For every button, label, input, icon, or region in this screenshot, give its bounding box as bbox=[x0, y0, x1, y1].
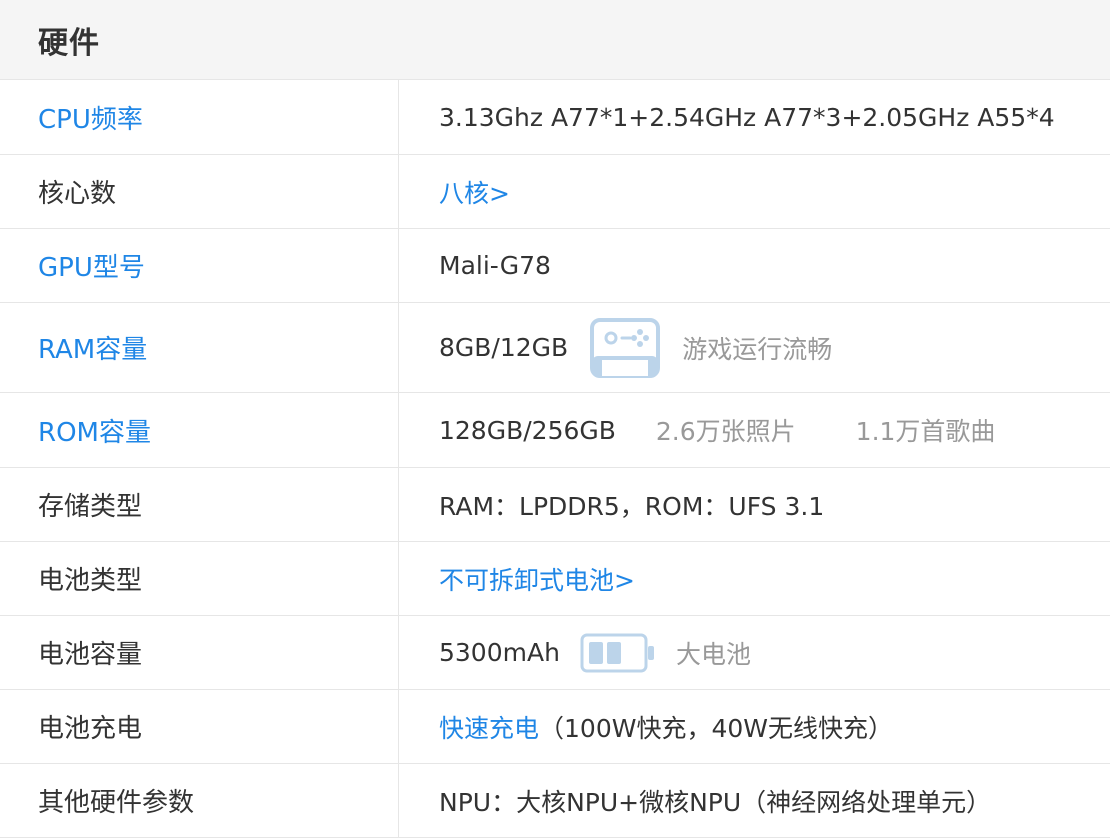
spec-label-ram[interactable]: RAM容量 bbox=[0, 303, 399, 392]
spec-label-other: 其他硬件参数 bbox=[0, 764, 399, 837]
spec-row-rom: ROM容量 128GB/256GB 2.6万张照片 1.1万首歌曲 bbox=[0, 393, 1110, 468]
spec-row-cores: 核心数 八核> bbox=[0, 155, 1110, 229]
spec-label-battery-capacity: 电池容量 bbox=[0, 616, 399, 689]
fast-charge-link[interactable]: 快速充电 bbox=[439, 709, 539, 745]
cores-link[interactable]: 八核> bbox=[439, 174, 510, 210]
spec-label-cores: 核心数 bbox=[0, 155, 399, 228]
hardware-spec-panel: 硬件 CPU频率 3.13Ghz A77*1+2.54GHz A77*3+2.0… bbox=[0, 0, 1110, 838]
section-header: 硬件 bbox=[0, 0, 1110, 80]
spec-row-ram: RAM容量 8GB/12GB 游戏运行流畅 bbox=[0, 303, 1110, 393]
spec-row-battery-capacity: 电池容量 5300mAh 大电池 bbox=[0, 616, 1110, 690]
spec-row-gpu: GPU型号 Mali-G78 bbox=[0, 229, 1110, 303]
spec-value-ram: 8GB/12GB bbox=[439, 333, 569, 362]
gamepad-icon bbox=[588, 316, 662, 380]
section-title: 硬件 bbox=[38, 25, 100, 61]
spec-value-cpu: 3.13Ghz A77*1+2.54GHz A77*3+2.05GHz A55*… bbox=[439, 102, 1055, 132]
spec-label-charging: 电池充电 bbox=[0, 690, 399, 763]
spec-value-rom: 128GB/256GB bbox=[439, 415, 616, 445]
battery-type-link[interactable]: 不可拆卸式电池> bbox=[439, 561, 635, 597]
rom-note-photos: 2.6万张照片 bbox=[655, 417, 796, 446]
spec-label-gpu[interactable]: GPU型号 bbox=[0, 229, 399, 302]
ram-note: 游戏运行流畅 bbox=[682, 334, 833, 364]
spec-label-cpu[interactable]: CPU频率 bbox=[0, 80, 399, 154]
charging-detail: （100W快充，40W无线快充） bbox=[539, 713, 893, 743]
spec-row-storage-type: 存储类型 RAM：LPDDR5，ROM：UFS 3.1 bbox=[0, 468, 1110, 542]
spec-label-battery-type: 电池类型 bbox=[0, 542, 399, 615]
spec-row-charging: 电池充电 快速充电 （100W快充，40W无线快充） bbox=[0, 690, 1110, 764]
battery-icon bbox=[580, 633, 656, 673]
spec-value-gpu: Mali-G78 bbox=[439, 251, 551, 280]
battery-capacity-note: 大电池 bbox=[675, 639, 751, 669]
spec-value-battery-capacity: 5300mAh bbox=[439, 638, 560, 667]
spec-label-storage-type: 存储类型 bbox=[0, 468, 399, 541]
spec-label-rom[interactable]: ROM容量 bbox=[0, 393, 399, 467]
spec-value-storage-type: RAM：LPDDR5，ROM：UFS 3.1 bbox=[439, 491, 825, 521]
rom-note-songs: 1.1万首歌曲 bbox=[855, 417, 996, 446]
spec-row-battery-type: 电池类型 不可拆卸式电池> bbox=[0, 542, 1110, 616]
spec-row-other: 其他硬件参数 NPU：大核NPU+微核NPU（神经网络处理单元） bbox=[0, 764, 1110, 838]
spec-value-other: NPU：大核NPU+微核NPU（神经网络处理单元） bbox=[439, 787, 992, 817]
spec-row-cpu: CPU频率 3.13Ghz A77*1+2.54GHz A77*3+2.05GH… bbox=[0, 80, 1110, 155]
